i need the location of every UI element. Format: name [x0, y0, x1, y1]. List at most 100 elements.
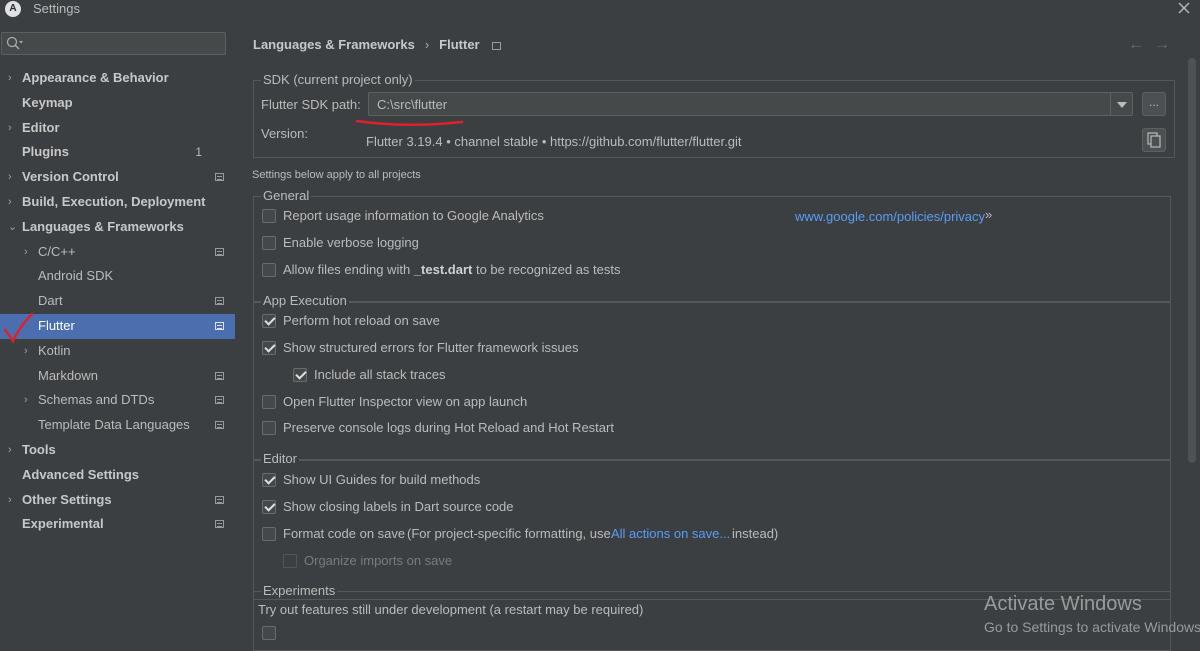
- allow-test-files-label: Allow files ending with _test.dart to be…: [283, 262, 621, 277]
- vertical-scrollbar[interactable]: [1188, 58, 1196, 463]
- general-group-title: General: [261, 188, 312, 203]
- organize-imports-checkbox[interactable]: [283, 554, 297, 568]
- close-icon[interactable]: [1176, 0, 1192, 16]
- settings-sidebar: › Appearance & Behavior Keymap › Editor …: [0, 20, 235, 638]
- format-hint-text: (For project-specific formatting, use: [407, 526, 611, 541]
- preserve-logs-checkbox[interactable]: [262, 421, 276, 435]
- sidebar-item-label: Schemas and DTDs: [38, 392, 155, 408]
- chevron-right-icon[interactable]: ›: [24, 388, 28, 413]
- chevron-right-icon[interactable]: ›: [8, 438, 12, 463]
- project-level-icon: [215, 321, 224, 330]
- sidebar-item-android-sdk[interactable]: Android SDK: [0, 264, 235, 289]
- format-on-save-checkbox[interactable]: [262, 527, 276, 541]
- flutter-sdk-path-input[interactable]: [375, 96, 1105, 113]
- sidebar-item-tools[interactable]: › Tools: [0, 438, 235, 463]
- sidebar-item-plugins[interactable]: Plugins 1: [0, 140, 235, 165]
- verbose-logging-checkbox[interactable]: [262, 236, 276, 250]
- chevron-down-icon[interactable]: ⌄: [8, 215, 17, 240]
- sidebar-item-template-data[interactable]: Template Data Languages: [0, 413, 235, 438]
- copy-version-button[interactable]: [1142, 128, 1166, 152]
- sidebar-item-dart[interactable]: Dart: [0, 289, 235, 314]
- stack-traces-checkbox[interactable]: [293, 368, 307, 382]
- format-on-save-label: Format code on save: [283, 526, 406, 541]
- editor-group-title: Editor: [261, 451, 299, 466]
- history-nav: ←→: [1128, 36, 1180, 54]
- hot-reload-checkbox[interactable]: [262, 314, 276, 328]
- chevron-right-icon[interactable]: ›: [8, 488, 12, 513]
- chevron-right-icon[interactable]: ›: [8, 190, 12, 215]
- settings-content: Languages & Frameworks › Flutter ←→ SDK (c…: [235, 20, 1200, 651]
- sidebar-item-build[interactable]: › Build, Execution, Deployment: [0, 190, 235, 215]
- sidebar-item-experimental[interactable]: Experimental: [0, 512, 235, 537]
- sidebar-item-label: Build, Execution, Deployment: [22, 193, 206, 209]
- project-level-icon: [215, 247, 224, 256]
- privacy-policy-link[interactable]: www.google.com/policies/privacy: [795, 209, 985, 224]
- sidebar-item-label: Dart: [38, 293, 63, 309]
- search-input[interactable]: [26, 35, 221, 52]
- project-level-icon: [491, 41, 501, 50]
- all-actions-on-save-link[interactable]: All actions on save...: [611, 526, 730, 541]
- sidebar-item-label: Template Data Languages: [38, 417, 190, 433]
- back-arrow-icon[interactable]: ←: [1128, 36, 1154, 53]
- open-inspector-checkbox[interactable]: [262, 395, 276, 409]
- format-hint-suffix: instead): [732, 526, 779, 541]
- title-bar: A Settings: [0, 0, 1200, 20]
- sidebar-item-label: Experimental: [22, 516, 104, 532]
- project-level-icon: [215, 421, 224, 430]
- scope-note: Settings below apply to all projects: [252, 169, 421, 181]
- chevron-right-icon[interactable]: ›: [8, 165, 12, 190]
- sidebar-item-appearance[interactable]: › Appearance & Behavior: [0, 66, 235, 91]
- android-studio-icon: A: [5, 1, 21, 17]
- sidebar-item-label: Flutter: [38, 317, 75, 333]
- ui-guides-checkbox[interactable]: [262, 473, 276, 487]
- search-field[interactable]: [1, 32, 226, 55]
- browse-sdk-button[interactable]: ...: [1142, 92, 1166, 116]
- sidebar-item-label: C/C++: [38, 243, 76, 259]
- allow-test-files-checkbox[interactable]: [262, 263, 276, 277]
- chevron-right-icon[interactable]: ›: [24, 240, 28, 265]
- dropdown-arrow-icon[interactable]: [1110, 93, 1132, 115]
- app-execution-group-title: App Execution: [261, 293, 349, 308]
- sidebar-item-label: Plugins: [22, 144, 69, 160]
- sidebar-item-label: Keymap: [22, 94, 73, 110]
- sidebar-item-languages[interactable]: ⌄ Languages & Frameworks: [0, 215, 235, 240]
- chevron-right-icon[interactable]: ›: [8, 116, 12, 141]
- plugins-update-count: 1: [195, 145, 202, 160]
- settings-tree: › Appearance & Behavior Keymap › Editor …: [0, 66, 235, 537]
- forward-arrow-icon[interactable]: →: [1154, 36, 1180, 53]
- chevron-right-icon[interactable]: ›: [8, 66, 12, 91]
- breadcrumb-current: Flutter: [439, 37, 480, 52]
- stack-traces-label: Include all stack traces: [314, 367, 446, 382]
- sidebar-item-version-control[interactable]: › Version Control: [0, 165, 235, 190]
- project-level-icon: [215, 173, 224, 182]
- structured-errors-label: Show structured errors for Flutter frame…: [283, 340, 579, 355]
- flutter-version-value: Flutter 3.19.4 • channel stable • https:…: [366, 134, 742, 149]
- activate-windows-subtitle: Go to Settings to activate Windows.: [984, 619, 1200, 635]
- copy-icon: [1147, 132, 1161, 148]
- breadcrumb-parent[interactable]: Languages & Frameworks: [253, 37, 415, 52]
- breadcrumb: Languages & Frameworks › Flutter: [253, 37, 501, 52]
- sidebar-item-markdown[interactable]: Markdown: [0, 364, 235, 389]
- preserve-logs-label: Preserve console logs during Hot Reload …: [283, 420, 614, 435]
- flutter-sdk-path-combo[interactable]: [368, 92, 1133, 116]
- sidebar-item-label: Appearance & Behavior: [22, 70, 169, 85]
- sidebar-item-label: Tools: [22, 441, 56, 457]
- sidebar-item-label: Version Control: [22, 169, 119, 185]
- sidebar-item-schemas[interactable]: › Schemas and DTDs: [0, 388, 235, 413]
- breadcrumb-separator: ›: [424, 37, 430, 52]
- sidebar-item-cpp[interactable]: › C/C++: [0, 240, 235, 265]
- sidebar-item-editor[interactable]: › Editor: [0, 116, 235, 141]
- sidebar-item-keymap[interactable]: Keymap: [0, 91, 235, 116]
- sidebar-item-advanced[interactable]: Advanced Settings: [0, 463, 235, 488]
- activate-windows-title: Activate Windows: [984, 593, 1142, 615]
- sidebar-item-other-settings[interactable]: › Other Settings: [0, 488, 235, 513]
- report-usage-checkbox[interactable]: [262, 209, 276, 223]
- sidebar-item-label: Markdown: [38, 367, 98, 383]
- experiments-description: Try out features still under development…: [258, 602, 644, 617]
- experiments-group-title: Experiments: [261, 583, 338, 598]
- closing-labels-checkbox[interactable]: [262, 500, 276, 514]
- structured-errors-checkbox[interactable]: [262, 341, 276, 355]
- project-level-icon: [215, 396, 224, 405]
- sidebar-item-label: Other Settings: [22, 491, 112, 507]
- external-link-icon: »: [985, 207, 993, 222]
